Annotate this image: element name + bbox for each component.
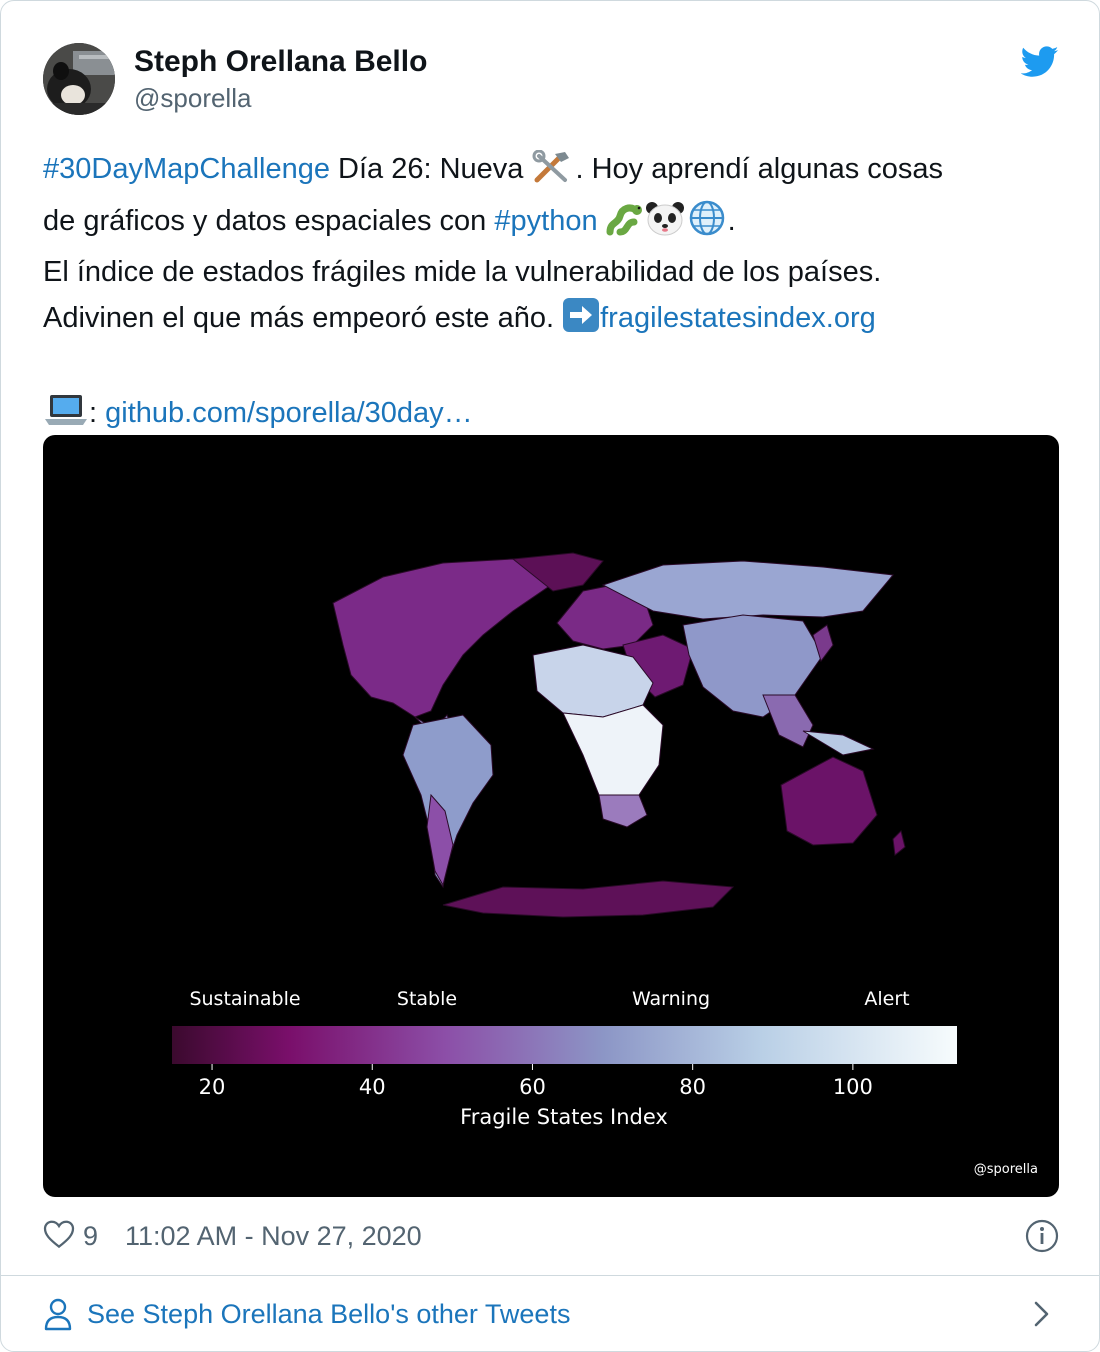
legend-cat-warning: Warning: [632, 988, 710, 1010]
choropleth-map: Sustainable Stable Warning Alert 20 40 60 8…: [172, 552, 1038, 1177]
tweet-timestamp[interactable]: 11:02 AM - Nov 27, 2020: [125, 1221, 422, 1252]
legend-cat-sustainable: Sustainable: [189, 988, 300, 1010]
chevron-right-icon[interactable]: [1029, 1299, 1053, 1329]
globe-icon: [686, 200, 728, 251]
snake-icon: [606, 202, 644, 251]
hashtag-python[interactable]: #python: [494, 205, 597, 237]
avatar[interactable]: [43, 43, 115, 115]
legend-cat-stable: Stable: [397, 988, 457, 1010]
region-north-america: [332, 558, 564, 718]
right-arrow-icon: [562, 297, 600, 348]
hammer-wrench-icon: [531, 149, 575, 199]
tweet-text-1: Día 26: Nueva: [329, 153, 532, 185]
tweet-footer: 9 11:02 AM - Nov 27, 2020: [43, 1215, 1059, 1259]
hashtag-30daymapchallenge[interactable]: #30DayMapChallenge: [43, 153, 330, 185]
colorbar-tick-label: 20: [199, 1075, 226, 1099]
info-icon[interactable]: [1025, 1219, 1059, 1253]
colorbar-tick-label: 100: [833, 1075, 873, 1099]
tweet-text-3: de gráficos y datos espaciales con: [43, 204, 495, 237]
see-other-tweets-label: See Steph Orellana Bello's other Tweets: [87, 1299, 571, 1329]
region-new-zealand: [892, 830, 906, 856]
tweet-text-4: .: [727, 204, 736, 237]
tweet-card: Steph Orellana Bello @sporella #30DayMap…: [0, 0, 1100, 1352]
link-github[interactable]: github.com/sporella/30day…: [105, 397, 473, 429]
tweet-text-5: Adivinen el que más empeoró este año.: [43, 301, 563, 334]
author-handle[interactable]: @sporella: [134, 83, 251, 114]
heart-icon[interactable]: [43, 1219, 75, 1249]
tweet-text-2: . Hoy aprendí algunas cosas: [575, 153, 944, 185]
see-other-tweets-button[interactable]: See Steph Orellana Bello's other Tweets: [43, 1295, 1059, 1335]
region-southeast-asia: [762, 694, 814, 748]
region-indonesia: [802, 730, 875, 756]
colorbar-tick-label: 40: [359, 1075, 386, 1099]
region-antarctica: [442, 880, 735, 918]
colorbar-tick-label: 60: [519, 1075, 546, 1099]
colorbar-label: Fragile States Index: [460, 1105, 668, 1129]
tweet-text: #30DayMapChallenge Día 26: Nueva . Hoy a…: [43, 147, 1063, 442]
tweet-text-line3: El índice de estados frágiles mide la vu…: [43, 256, 882, 288]
tweet-text-6: :: [89, 396, 106, 429]
tweet-media-map[interactable]: Sustainable Stable Warning Alert 20 40 60 8…: [43, 435, 1059, 1197]
panda-icon: [644, 200, 686, 251]
colorbar: [172, 1026, 957, 1064]
legend-cat-alert: Alert: [864, 988, 909, 1010]
map-credit: @sporella: [974, 1162, 1038, 1177]
divider: [1, 1275, 1099, 1276]
region-asia: [682, 614, 824, 718]
author-name[interactable]: Steph Orellana Bello: [134, 45, 427, 79]
person-icon: [44, 1298, 72, 1331]
link-fragilestatesindex[interactable]: fragilestatesindex.org: [600, 302, 876, 334]
like-count[interactable]: 9: [83, 1221, 98, 1252]
colorbar-ticks: 20 40 60 80 100: [199, 1064, 873, 1099]
colorbar-tick-label: 80: [679, 1075, 706, 1099]
region-africa-south: [598, 794, 648, 828]
region-australia: [780, 756, 878, 846]
twitter-bird-icon[interactable]: [1021, 45, 1059, 79]
